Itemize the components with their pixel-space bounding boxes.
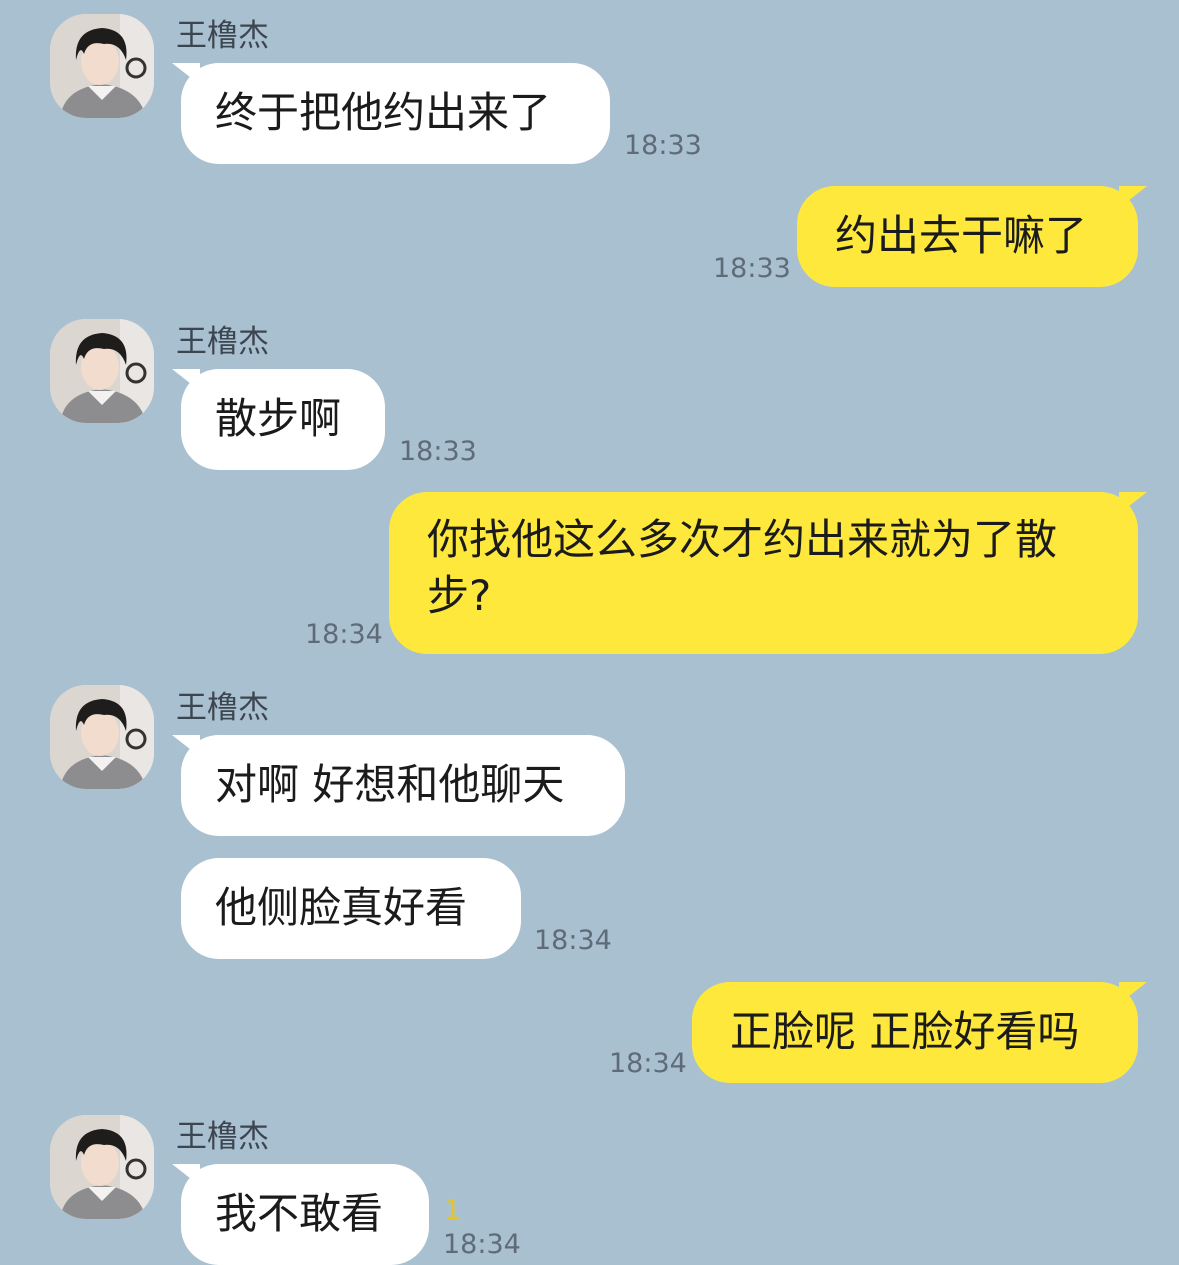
message-time: 18:33 <box>399 436 477 467</box>
bubble-tail <box>172 735 200 757</box>
message-bubble-incoming[interactable]: 终于把他约出来了 <box>172 63 610 164</box>
bubble-tail <box>1119 982 1147 1004</box>
bubble-tail <box>1119 186 1147 208</box>
message-text: 你找他这么多次才约出来就为了散步? <box>427 515 1058 620</box>
message-time: 18:34 <box>534 925 612 956</box>
contact-avatar[interactable] <box>50 14 154 118</box>
bubble-tail <box>172 1164 200 1186</box>
contact-avatar[interactable] <box>50 319 154 423</box>
message-text: 我不敢看 <box>215 1189 384 1238</box>
message-text: 对啊 好想和他聊天 <box>215 760 565 809</box>
contact-avatar[interactable] <box>50 1115 154 1219</box>
message-time: 18:34 <box>305 619 383 650</box>
unread-count-badge: 1 <box>444 1195 462 1226</box>
message-text: 约出去干嘛了 <box>835 211 1088 260</box>
sender-name: 王橹杰 <box>176 18 269 54</box>
message-bubble-outgoing[interactable]: 你找他这么多次才约出来就为了散步? <box>389 492 1147 654</box>
message-text: 终于把他约出来了 <box>215 88 552 137</box>
message-text: 散步啊 <box>215 394 342 443</box>
message-time: 18:34 <box>609 1048 687 1079</box>
message-time: 18:33 <box>624 130 702 161</box>
message-bubble-incoming[interactable]: 散步啊 <box>172 369 385 470</box>
bubble-tail <box>1119 492 1147 514</box>
message-time: 18:34 <box>443 1229 521 1260</box>
bubble-tail <box>172 369 200 391</box>
sender-name: 王橹杰 <box>176 690 269 726</box>
message-time: 18:33 <box>713 253 791 284</box>
message-bubble-outgoing[interactable]: 正脸呢 正脸好看吗 <box>692 982 1147 1083</box>
bubble-tail <box>172 63 200 85</box>
message-bubble-incoming[interactable]: 对啊 好想和他聊天 <box>172 735 625 836</box>
message-bubble-incoming[interactable]: 我不敢看 <box>172 1164 429 1265</box>
sender-name: 王橹杰 <box>176 324 269 360</box>
sender-name: 王橹杰 <box>176 1119 269 1155</box>
message-bubble-outgoing[interactable]: 约出去干嘛了 <box>797 186 1147 287</box>
contact-avatar[interactable] <box>50 685 154 789</box>
message-text: 正脸呢 正脸好看吗 <box>730 1007 1080 1056</box>
message-bubble-incoming[interactable]: 他侧脸真好看 <box>181 858 521 959</box>
message-text: 他侧脸真好看 <box>215 883 468 932</box>
